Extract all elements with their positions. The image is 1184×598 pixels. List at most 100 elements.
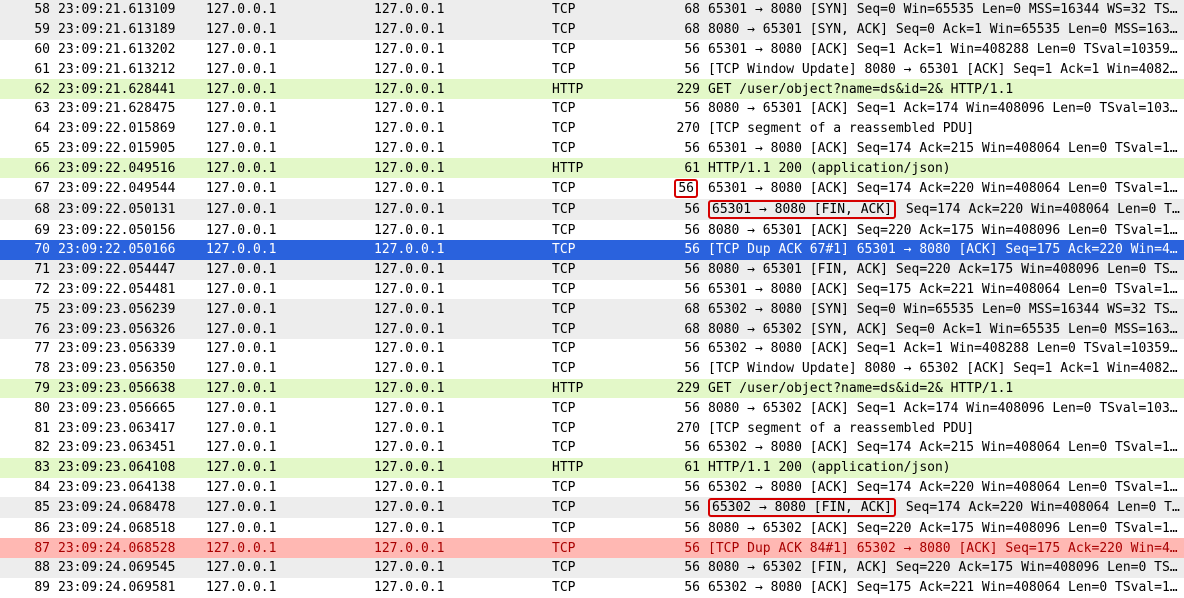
col-time: 23:09:23.056638 — [54, 379, 202, 399]
col-time: 23:09:23.064138 — [54, 478, 202, 498]
packet-row[interactable]: 8823:09:24.069545127.0.0.1127.0.0.1TCP56… — [0, 558, 1184, 578]
packet-row[interactable]: 6423:09:22.015869127.0.0.1127.0.0.1TCP27… — [0, 119, 1184, 139]
col-proto: HTTP — [548, 379, 656, 399]
col-dst: 127.0.0.1 — [370, 79, 548, 99]
packet-row[interactable]: 7723:09:23.056339127.0.0.1127.0.0.1TCP56… — [0, 339, 1184, 359]
packet-row[interactable]: 6023:09:21.613202127.0.0.1127.0.0.1TCP56… — [0, 40, 1184, 60]
packet-row[interactable]: 7023:09:22.050166127.0.0.1127.0.0.1TCP56… — [0, 240, 1184, 260]
col-info: 8080 → 65301 [FIN, ACK] Seq=220 Ack=175 … — [704, 260, 1184, 280]
col-proto: HTTP — [548, 458, 656, 478]
col-src: 127.0.0.1 — [202, 438, 370, 458]
col-dst: 127.0.0.1 — [370, 59, 548, 79]
col-proto: TCP — [548, 319, 656, 339]
packet-row[interactable]: 6623:09:22.049516127.0.0.1127.0.0.1HTTP6… — [0, 158, 1184, 178]
col-no: 62 — [0, 79, 54, 99]
col-src: 127.0.0.1 — [202, 178, 370, 199]
packet-row[interactable]: 8723:09:24.068528127.0.0.1127.0.0.1TCP56… — [0, 538, 1184, 558]
col-proto: TCP — [548, 199, 656, 220]
col-dst: 127.0.0.1 — [370, 260, 548, 280]
packet-row[interactable]: 8023:09:23.056665127.0.0.1127.0.0.1TCP56… — [0, 398, 1184, 418]
packet-row[interactable]: 7123:09:22.054447127.0.0.1127.0.0.1TCP56… — [0, 260, 1184, 280]
packet-row[interactable]: 8523:09:24.068478127.0.0.1127.0.0.1TCP56… — [0, 497, 1184, 518]
col-proto: TCP — [548, 139, 656, 159]
col-src: 127.0.0.1 — [202, 478, 370, 498]
col-src: 127.0.0.1 — [202, 40, 370, 60]
col-len: 56 — [656, 398, 704, 418]
col-time: 23:09:23.056239 — [54, 299, 202, 319]
info-rest: Seq=174 Ack=220 Win=408064 Len=0 TSval=… — [898, 500, 1184, 515]
packet-list-table[interactable]: 5823:09:21.613109127.0.0.1127.0.0.1TCP68… — [0, 0, 1184, 598]
col-proto: HTTP — [548, 158, 656, 178]
col-len: 56 — [656, 578, 704, 598]
packet-row[interactable]: 5823:09:21.613109127.0.0.1127.0.0.1TCP68… — [0, 0, 1184, 20]
col-src: 127.0.0.1 — [202, 398, 370, 418]
col-proto: TCP — [548, 299, 656, 319]
col-info: HTTP/1.1 200 (application/json) — [704, 158, 1184, 178]
col-len: 56 — [656, 280, 704, 300]
col-dst: 127.0.0.1 — [370, 139, 548, 159]
col-no: 71 — [0, 260, 54, 280]
packet-row[interactable]: 7623:09:23.056326127.0.0.1127.0.0.1TCP68… — [0, 319, 1184, 339]
col-len: 270 — [656, 119, 704, 139]
col-proto: TCP — [548, 538, 656, 558]
packet-row[interactable]: 8423:09:23.064138127.0.0.1127.0.0.1TCP56… — [0, 478, 1184, 498]
packet-row[interactable]: 8223:09:23.063451127.0.0.1127.0.0.1TCP56… — [0, 438, 1184, 458]
packet-row[interactable]: 6223:09:21.628441127.0.0.1127.0.0.1HTTP2… — [0, 79, 1184, 99]
col-src: 127.0.0.1 — [202, 199, 370, 220]
col-src: 127.0.0.1 — [202, 220, 370, 240]
col-info: 65302 → 8080 [ACK] Seq=175 Ack=221 Win=4… — [704, 578, 1184, 598]
packet-row[interactable]: 6723:09:22.049544127.0.0.1127.0.0.1TCP56… — [0, 178, 1184, 199]
col-src: 127.0.0.1 — [202, 558, 370, 578]
col-src: 127.0.0.1 — [202, 79, 370, 99]
packet-row[interactable]: 7923:09:23.056638127.0.0.1127.0.0.1HTTP2… — [0, 379, 1184, 399]
col-dst: 127.0.0.1 — [370, 398, 548, 418]
packet-row[interactable]: 6823:09:22.050131127.0.0.1127.0.0.1TCP56… — [0, 199, 1184, 220]
col-no: 61 — [0, 59, 54, 79]
packet-row[interactable]: 8123:09:23.063417127.0.0.1127.0.0.1TCP27… — [0, 418, 1184, 438]
packet-row[interactable]: 7523:09:23.056239127.0.0.1127.0.0.1TCP68… — [0, 299, 1184, 319]
col-src: 127.0.0.1 — [202, 59, 370, 79]
col-info: [TCP Window Update] 8080 → 65301 [ACK] S… — [704, 59, 1184, 79]
col-len: 270 — [656, 418, 704, 438]
col-proto: TCP — [548, 260, 656, 280]
packet-row[interactable]: 8323:09:23.064108127.0.0.1127.0.0.1HTTP6… — [0, 458, 1184, 478]
packet-row[interactable]: 7223:09:22.054481127.0.0.1127.0.0.1TCP56… — [0, 280, 1184, 300]
col-dst: 127.0.0.1 — [370, 379, 548, 399]
col-proto: TCP — [548, 0, 656, 20]
col-info: 65301 → 8080 [ACK] Seq=174 Ack=215 Win=4… — [704, 139, 1184, 159]
col-time: 23:09:21.613109 — [54, 0, 202, 20]
packet-row[interactable]: 7823:09:23.056350127.0.0.1127.0.0.1TCP56… — [0, 359, 1184, 379]
col-time: 23:09:24.069545 — [54, 558, 202, 578]
col-info: [TCP Window Update] 8080 → 65302 [ACK] S… — [704, 359, 1184, 379]
col-time: 23:09:21.628441 — [54, 79, 202, 99]
col-info: 65302 → 8080 [SYN] Seq=0 Win=65535 Len=0… — [704, 299, 1184, 319]
col-no: 60 — [0, 40, 54, 60]
packet-row[interactable]: 5923:09:21.613189127.0.0.1127.0.0.1TCP68… — [0, 20, 1184, 40]
col-dst: 127.0.0.1 — [370, 158, 548, 178]
packet-row[interactable]: 6923:09:22.050156127.0.0.1127.0.0.1TCP56… — [0, 220, 1184, 240]
packet-row[interactable]: 8623:09:24.068518127.0.0.1127.0.0.1TCP56… — [0, 518, 1184, 538]
col-len: 68 — [656, 319, 704, 339]
col-time: 23:09:23.056665 — [54, 398, 202, 418]
packet-row[interactable]: 8923:09:24.069581127.0.0.1127.0.0.1TCP56… — [0, 578, 1184, 598]
packet-row[interactable]: 6323:09:21.628475127.0.0.1127.0.0.1TCP56… — [0, 99, 1184, 119]
col-info: 65302 → 8080 [FIN, ACK] Seq=174 Ack=220 … — [704, 497, 1184, 518]
col-no: 76 — [0, 319, 54, 339]
col-dst: 127.0.0.1 — [370, 558, 548, 578]
highlight-box: 65301 → 8080 [FIN, ACK] — [708, 200, 896, 219]
col-dst: 127.0.0.1 — [370, 178, 548, 199]
col-len: 56 — [656, 139, 704, 159]
col-len: 56 — [656, 220, 704, 240]
col-proto: TCP — [548, 558, 656, 578]
packet-row[interactable]: 6523:09:22.015905127.0.0.1127.0.0.1TCP56… — [0, 139, 1184, 159]
col-len: 56 — [656, 518, 704, 538]
col-src: 127.0.0.1 — [202, 299, 370, 319]
col-dst: 127.0.0.1 — [370, 497, 548, 518]
col-no: 63 — [0, 99, 54, 119]
col-src: 127.0.0.1 — [202, 240, 370, 260]
col-len: 56 — [656, 99, 704, 119]
packet-row[interactable]: 6123:09:21.613212127.0.0.1127.0.0.1TCP56… — [0, 59, 1184, 79]
col-len: 56 — [656, 497, 704, 518]
col-no: 75 — [0, 299, 54, 319]
col-len: 56 — [656, 240, 704, 260]
